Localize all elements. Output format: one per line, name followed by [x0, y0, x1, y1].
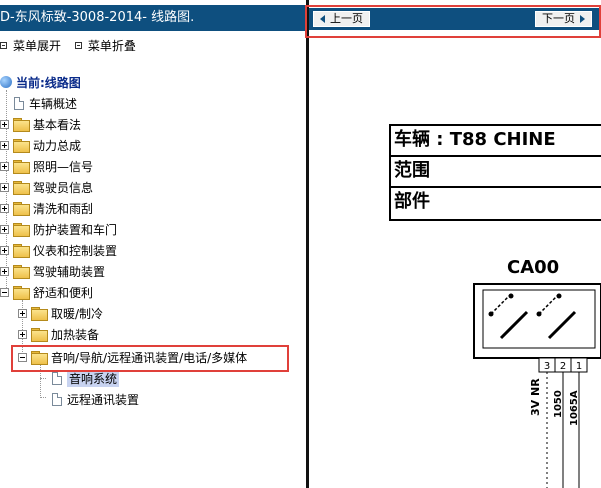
plus-expander-icon[interactable] [0, 182, 9, 192]
folder-icon [13, 244, 30, 258]
tree-item-label: 清洗和雨刮 [33, 201, 94, 216]
diagram-info-table: 车辆 : T88 CHINE 范围 部件 [389, 124, 601, 221]
plus-expander-icon[interactable] [0, 119, 9, 129]
expand-icon [0, 42, 7, 49]
highlight-box-nav [305, 5, 601, 38]
folder-open-icon [13, 286, 30, 300]
plus-expander-icon[interactable] [0, 266, 9, 276]
folder-icon [13, 202, 30, 216]
component-box [473, 283, 601, 359]
folder-icon [31, 328, 48, 342]
wire-label-3v-nr: 3V NR [529, 378, 542, 416]
tree-item-driver-info[interactable]: 驾驶员信息 [0, 177, 93, 197]
tree-item-label: 驾驶辅助装置 [33, 264, 106, 279]
tree-item-instruments[interactable]: 仪表和控制装置 [0, 240, 117, 260]
pin-1: 1 [576, 361, 582, 372]
tree-item-comfort[interactable]: 舒适和便利 [0, 282, 93, 302]
plus-expander-icon[interactable] [0, 224, 9, 234]
tree-root-label: 当前:线路图 [16, 75, 81, 90]
tree-item-lighting[interactable]: 照明—信号 [0, 156, 93, 176]
folder-icon [13, 139, 30, 153]
globe-icon [0, 76, 12, 88]
menu-expand-button[interactable]: 菜单展开 [0, 37, 61, 55]
folder-icon [13, 265, 30, 279]
component-label: CA00 [507, 257, 560, 278]
collapse-icon [74, 42, 82, 49]
plus-expander-icon[interactable] [0, 203, 9, 213]
tree-item-powertrain[interactable]: 动力总成 [0, 135, 81, 155]
tree-item-basic[interactable]: 基本看法 [0, 114, 81, 134]
tree-subitem-heated-equipment[interactable]: 加热装备 [18, 324, 99, 344]
info-part: 部件 [394, 191, 430, 212]
tree-item-label: 舒适和便利 [33, 285, 94, 300]
highlight-box [11, 345, 289, 372]
menu-collapse-label: 菜单折叠 [87, 38, 136, 53]
tree-item-label: 防护装置和车门 [33, 222, 118, 237]
tree-item-vehicle-overview[interactable]: 车辆概述 [14, 93, 77, 113]
pin-3: 3 [544, 361, 550, 372]
document-icon [52, 392, 62, 406]
minus-expander-icon[interactable] [0, 287, 9, 297]
tree-leaf-label-selected: 音响系统 [67, 369, 120, 387]
window-title: D-东风标致-3008-2014- 线路图. [0, 5, 306, 31]
tree-item-label: 驾驶员信息 [33, 180, 94, 195]
wire-label-1050: 1050 [553, 390, 564, 418]
tree-line [40, 397, 46, 398]
menu-expand-label: 菜单展开 [13, 38, 62, 53]
tree-item-label: 加热装备 [51, 327, 100, 342]
tree-item-label: 远程通讯装置 [67, 392, 140, 407]
plus-expander-icon[interactable] [0, 161, 9, 171]
menu-collapse-button[interactable]: 菜单折叠 [74, 37, 136, 55]
plus-expander-icon[interactable] [18, 329, 27, 339]
folder-icon [13, 160, 30, 174]
folder-icon [31, 307, 48, 321]
folder-icon [13, 181, 30, 195]
plus-expander-icon[interactable] [18, 308, 27, 318]
tree-panel: D-东风标致-3008-2014- 线路图. 菜单展开 菜单折叠 当前:线路图 … [0, 0, 306, 488]
info-scope: 范围 [391, 157, 601, 188]
tree-item-label: 取暖/制冷 [51, 306, 104, 321]
tree-item-label: 车辆概述 [29, 96, 78, 111]
pin-2: 2 [560, 361, 566, 372]
tree-item-label: 动力总成 [33, 138, 82, 153]
tree-item-driving-assist[interactable]: 驾驶辅助装置 [0, 261, 105, 281]
tree-root[interactable]: 当前:线路图 [0, 72, 81, 92]
tree-subitem-heating[interactable]: 取暖/制冷 [18, 303, 103, 323]
diagram-viewer: 上一页 下一页 车辆 : T88 CHINE 范围 部件 CA00 3 2 1 … [309, 0, 601, 488]
tree-line [40, 378, 46, 379]
tree-item-label: 照明—信号 [33, 159, 94, 174]
plus-expander-icon[interactable] [0, 245, 9, 255]
menu-controls: 菜单展开 菜单折叠 [0, 36, 146, 54]
document-icon [52, 371, 62, 385]
tree-item-wash-wipe[interactable]: 清洗和雨刮 [0, 198, 93, 218]
tree-item-label: 基本看法 [33, 117, 82, 132]
folder-icon [13, 223, 30, 237]
tree-item-protection-doors[interactable]: 防护装置和车门 [0, 219, 117, 239]
folder-icon [13, 118, 30, 132]
wire-label-1065a: 1065A [569, 390, 580, 426]
tree-leaf-telematics[interactable]: 远程通讯装置 [52, 389, 139, 409]
document-icon [14, 96, 24, 110]
plus-expander-icon[interactable] [0, 140, 9, 150]
wiring-schematic: 3 2 1 3V NR 1050 1065A [473, 283, 601, 488]
tree-item-label: 仪表和控制装置 [33, 243, 118, 258]
info-vehicle: 车辆 : T88 CHINE [391, 126, 601, 157]
